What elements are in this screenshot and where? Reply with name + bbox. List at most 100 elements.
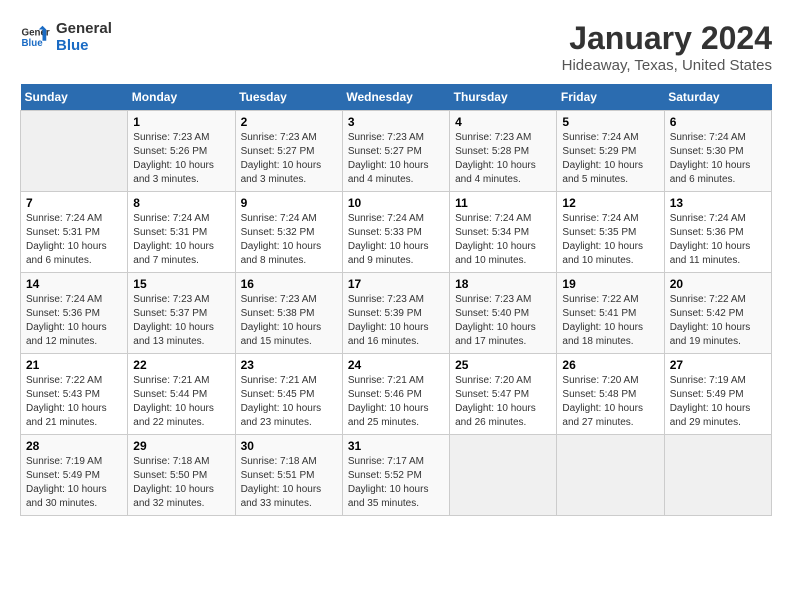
day-info: Sunrise: 7:23 AMSunset: 5:37 PMDaylight:… (133, 293, 229, 349)
day-number: 22 (133, 358, 229, 372)
day-number: 24 (348, 358, 444, 372)
svg-text:Blue: Blue (22, 38, 44, 49)
day-number: 8 (133, 196, 229, 210)
day-info: Sunrise: 7:23 AMSunset: 5:26 PMDaylight:… (133, 131, 229, 187)
day-info: Sunrise: 7:24 AMSunset: 5:34 PMDaylight:… (455, 212, 551, 268)
day-number: 17 (348, 277, 444, 291)
calendar-cell: 6Sunrise: 7:24 AMSunset: 5:30 PMDaylight… (664, 111, 771, 192)
week-row-3: 14 Sunrise: 7:24 AMSunset: 5:36 PMDayligh… (21, 273, 772, 354)
day-number: 4 (455, 115, 551, 129)
day-number: 25 (455, 358, 551, 372)
calendar-cell: 21 Sunrise: 7:22 AMSunset: 5:43 PMDayligh… (21, 354, 128, 435)
day-number: 19 (562, 277, 658, 291)
day-info: Sunrise: 7:18 AMSunset: 5:50 PMDaylight:… (133, 455, 229, 511)
title-block: January 2024 Hideaway, Texas, United Sta… (562, 20, 772, 74)
day-info: Sunrise: 7:24 AMSunset: 5:31 PMDaylight:… (133, 212, 229, 268)
day-info: Sunrise: 7:24 AMSunset: 5:31 PMDaylight:… (26, 212, 122, 268)
calendar-cell: 7 Sunrise: 7:24 AMSunset: 5:31 PMDaylight… (21, 192, 128, 273)
column-header-thursday: Thursday (450, 84, 557, 111)
day-info: Sunrise: 7:23 AMSunset: 5:38 PMDaylight:… (241, 293, 337, 349)
day-number: 15 (133, 277, 229, 291)
day-number: 23 (241, 358, 337, 372)
day-number: 9 (241, 196, 337, 210)
page-title: January 2024 (562, 20, 772, 57)
calendar-cell: 29 Sunrise: 7:18 AMSunset: 5:50 PMDayligh… (128, 435, 235, 516)
column-header-friday: Friday (557, 84, 664, 111)
day-info: Sunrise: 7:20 AMSunset: 5:48 PMDaylight:… (562, 374, 658, 430)
week-row-1: 1Sunrise: 7:23 AMSunset: 5:26 PMDaylight… (21, 111, 772, 192)
day-number: 21 (26, 358, 122, 372)
calendar-cell: 2Sunrise: 7:23 AMSunset: 5:27 PMDaylight… (235, 111, 342, 192)
calendar-cell: 4 Sunrise: 7:23 AMSunset: 5:28 PMDaylight… (450, 111, 557, 192)
day-number: 30 (241, 439, 337, 453)
calendar-cell: 23 Sunrise: 7:21 AMSunset: 5:45 PMDayligh… (235, 354, 342, 435)
column-header-monday: Monday (128, 84, 235, 111)
day-number: 12 (562, 196, 658, 210)
day-info: Sunrise: 7:24 AMSunset: 5:29 PMDaylight:… (562, 131, 658, 187)
week-row-5: 28 Sunrise: 7:19 AMSunset: 5:49 PMDayligh… (21, 435, 772, 516)
calendar-cell (664, 435, 771, 516)
day-info: Sunrise: 7:23 AMSunset: 5:27 PMDaylight:… (348, 131, 444, 187)
day-number: 16 (241, 277, 337, 291)
week-row-2: 7 Sunrise: 7:24 AMSunset: 5:31 PMDaylight… (21, 192, 772, 273)
day-info: Sunrise: 7:22 AMSunset: 5:43 PMDaylight:… (26, 374, 122, 430)
calendar-cell: 28 Sunrise: 7:19 AMSunset: 5:49 PMDayligh… (21, 435, 128, 516)
day-info: Sunrise: 7:23 AMSunset: 5:39 PMDaylight:… (348, 293, 444, 349)
day-number: 31 (348, 439, 444, 453)
calendar-cell: 5Sunrise: 7:24 AMSunset: 5:29 PMDaylight… (557, 111, 664, 192)
day-info: Sunrise: 7:20 AMSunset: 5:47 PMDaylight:… (455, 374, 551, 430)
calendar-cell: 26 Sunrise: 7:20 AMSunset: 5:48 PMDayligh… (557, 354, 664, 435)
calendar-cell: 24 Sunrise: 7:21 AMSunset: 5:46 PMDayligh… (342, 354, 449, 435)
calendar-header-row: SundayMondayTuesdayWednesdayThursdayFrid… (21, 84, 772, 111)
day-number: 7 (26, 196, 122, 210)
calendar-cell: 14 Sunrise: 7:24 AMSunset: 5:36 PMDayligh… (21, 273, 128, 354)
day-info: Sunrise: 7:24 AMSunset: 5:36 PMDaylight:… (26, 293, 122, 349)
day-number: 11 (455, 196, 551, 210)
day-info: Sunrise: 7:22 AMSunset: 5:42 PMDaylight:… (670, 293, 766, 349)
day-number: 29 (133, 439, 229, 453)
calendar-cell: 8 Sunrise: 7:24 AMSunset: 5:31 PMDaylight… (128, 192, 235, 273)
day-number: 2 (241, 115, 337, 129)
calendar-cell (450, 435, 557, 516)
day-info: Sunrise: 7:18 AMSunset: 5:51 PMDaylight:… (241, 455, 337, 511)
day-info: Sunrise: 7:24 AMSunset: 5:35 PMDaylight:… (562, 212, 658, 268)
calendar-cell: 12 Sunrise: 7:24 AMSunset: 5:35 PMDayligh… (557, 192, 664, 273)
page-header: General Blue General Blue January 2024 H… (20, 20, 772, 74)
day-info: Sunrise: 7:21 AMSunset: 5:45 PMDaylight:… (241, 374, 337, 430)
calendar-cell (21, 111, 128, 192)
day-number: 3 (348, 115, 444, 129)
day-info: Sunrise: 7:24 AMSunset: 5:32 PMDaylight:… (241, 212, 337, 268)
page-subtitle: Hideaway, Texas, United States (562, 57, 772, 74)
day-number: 14 (26, 277, 122, 291)
calendar-cell: 16 Sunrise: 7:23 AMSunset: 5:38 PMDayligh… (235, 273, 342, 354)
day-number: 10 (348, 196, 444, 210)
logo-text-general: General (56, 20, 112, 37)
day-info: Sunrise: 7:24 AMSunset: 5:36 PMDaylight:… (670, 212, 766, 268)
calendar-cell: 31Sunrise: 7:17 AMSunset: 5:52 PMDayligh… (342, 435, 449, 516)
column-header-sunday: Sunday (21, 84, 128, 111)
column-header-tuesday: Tuesday (235, 84, 342, 111)
day-info: Sunrise: 7:19 AMSunset: 5:49 PMDaylight:… (26, 455, 122, 511)
calendar-cell: 27Sunrise: 7:19 AMSunset: 5:49 PMDayligh… (664, 354, 771, 435)
day-number: 18 (455, 277, 551, 291)
calendar-cell: 22Sunrise: 7:21 AMSunset: 5:44 PMDayligh… (128, 354, 235, 435)
day-number: 13 (670, 196, 766, 210)
calendar-cell: 25 Sunrise: 7:20 AMSunset: 5:47 PMDayligh… (450, 354, 557, 435)
calendar-cell: 10Sunrise: 7:24 AMSunset: 5:33 PMDayligh… (342, 192, 449, 273)
day-number: 20 (670, 277, 766, 291)
day-number: 27 (670, 358, 766, 372)
day-info: Sunrise: 7:23 AMSunset: 5:28 PMDaylight:… (455, 131, 551, 187)
day-number: 26 (562, 358, 658, 372)
day-info: Sunrise: 7:24 AMSunset: 5:30 PMDaylight:… (670, 131, 766, 187)
day-info: Sunrise: 7:22 AMSunset: 5:41 PMDaylight:… (562, 293, 658, 349)
day-info: Sunrise: 7:21 AMSunset: 5:46 PMDaylight:… (348, 374, 444, 430)
calendar-cell: 13 Sunrise: 7:24 AMSunset: 5:36 PMDayligh… (664, 192, 771, 273)
calendar-cell: 3 Sunrise: 7:23 AMSunset: 5:27 PMDaylight… (342, 111, 449, 192)
day-number: 28 (26, 439, 122, 453)
calendar-cell: 15 Sunrise: 7:23 AMSunset: 5:37 PMDayligh… (128, 273, 235, 354)
calendar-body: 1Sunrise: 7:23 AMSunset: 5:26 PMDaylight… (21, 111, 772, 516)
week-row-4: 21 Sunrise: 7:22 AMSunset: 5:43 PMDayligh… (21, 354, 772, 435)
calendar-cell: 11 Sunrise: 7:24 AMSunset: 5:34 PMDayligh… (450, 192, 557, 273)
column-header-wednesday: Wednesday (342, 84, 449, 111)
calendar-cell: 17 Sunrise: 7:23 AMSunset: 5:39 PMDayligh… (342, 273, 449, 354)
